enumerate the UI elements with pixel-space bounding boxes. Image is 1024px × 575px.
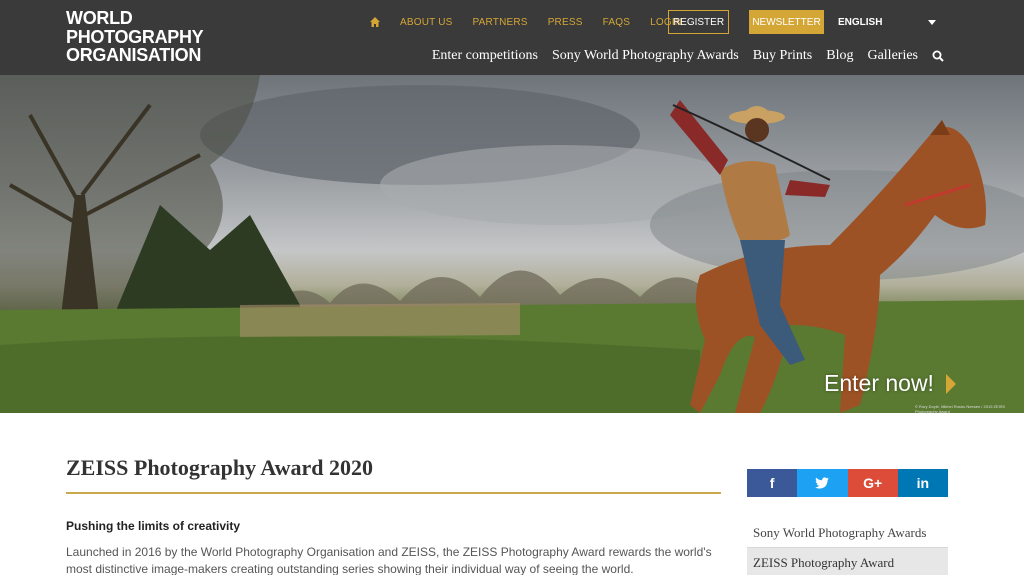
search-icon[interactable] [932, 50, 944, 62]
chevron-down-icon [928, 19, 936, 25]
linkedin-icon[interactable]: in [897, 469, 948, 497]
nav-enter-competitions[interactable]: Enter competitions [432, 48, 538, 64]
photo-credit: © Rory Doyle, Mikhel Rushu Neesen / 2019… [915, 404, 1006, 414]
nav-blog[interactable]: Blog [826, 48, 853, 64]
facebook-icon[interactable]: f [747, 469, 798, 497]
home-icon[interactable] [370, 17, 380, 27]
logo-line-photography: PHOTOGRAPHY [66, 26, 204, 47]
twitter-icon[interactable] [797, 469, 848, 497]
sidebar-item-sony-world-photography-awards[interactable]: Sony World Photography Awards [747, 519, 948, 548]
hero-image [0, 75, 1024, 413]
arrow-right-icon [945, 373, 956, 394]
nav-buy-prints[interactable]: Buy Prints [753, 48, 813, 64]
register-button[interactable]: REGISTER [668, 10, 729, 34]
article-paragraph: Launched in 2016 by the World Photograph… [66, 545, 712, 575]
logo-line-organisation: ORGANISATION [66, 45, 202, 65]
nav-about-us[interactable]: ABOUT US [400, 17, 453, 28]
site-logo[interactable]: WORLD PHOTOGRAPHY ORGANISATION [66, 8, 204, 65]
nav-faqs[interactable]: FAQS [603, 17, 630, 28]
nav-galleries[interactable]: Galleries [867, 48, 918, 64]
title-divider [66, 492, 721, 494]
enter-now-button[interactable]: Enter now! [824, 370, 956, 397]
language-label: ENGLISH [838, 16, 883, 28]
page-title: ZEISS Photography Award 2020 [66, 455, 374, 480]
language-select[interactable]: ENGLISH [838, 10, 940, 34]
enter-now-label: Enter now! [824, 370, 934, 396]
social-share-bar: f G+ in [747, 469, 948, 497]
nav-partners[interactable]: PARTNERS [473, 17, 528, 28]
nav-press[interactable]: PRESS [548, 17, 583, 28]
hero-banner[interactable] [0, 75, 1024, 413]
article-subhead: Pushing the limits of creativity [66, 519, 241, 533]
newsletter-button[interactable]: NEWSLETTER [749, 10, 824, 34]
logo-line-world: WORLD [66, 8, 133, 28]
site-header: WORLD PHOTOGRAPHY ORGANISATION ABOUT US … [0, 0, 1024, 75]
nav-sony-world-photography-awards[interactable]: Sony World Photography Awards [552, 48, 739, 64]
sidebar-item-zeiss-photography-award[interactable]: ZEISS Photography Award [747, 548, 948, 575]
twitter-bird-glyph [815, 477, 830, 489]
top-nav: ABOUT US PARTNERS PRESS FAQS LOGIN [360, 10, 702, 34]
google-plus-icon[interactable]: G+ [847, 469, 898, 497]
main-nav: Enter competitions Sony World Photograph… [418, 48, 944, 64]
sidebar-links: Sony World Photography Awards ZEISS Phot… [747, 519, 948, 575]
